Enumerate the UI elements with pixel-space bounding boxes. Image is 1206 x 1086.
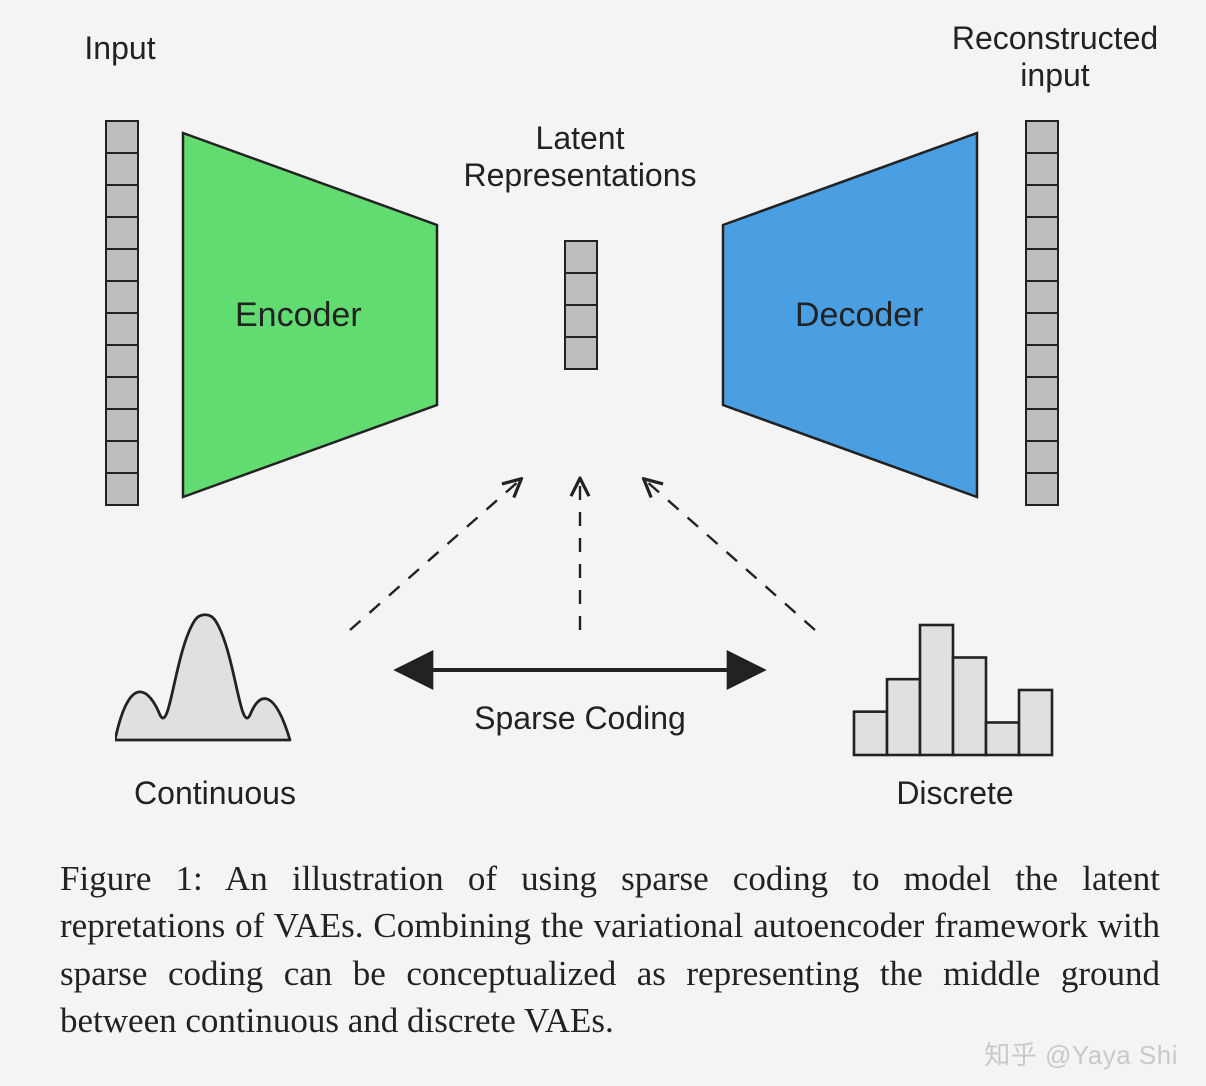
label-sparse-coding: Sparse Coding: [430, 700, 730, 737]
label-discrete: Discrete: [860, 775, 1050, 812]
arrow-continuous-to-latent: [350, 480, 520, 630]
histogram-bar: [986, 723, 1019, 756]
histogram-bar: [887, 679, 920, 755]
watermark: 知乎 @Yaya Shi: [984, 1035, 1178, 1072]
histogram-bar: [854, 712, 887, 755]
discrete-distribution: [850, 610, 1060, 760]
histogram-bar: [1019, 690, 1052, 755]
arrow-discrete-to-latent: [645, 480, 815, 630]
histogram-bar: [920, 625, 953, 755]
continuous-distribution: [115, 610, 315, 760]
figure-caption: Figure 1: An illustration of using spars…: [60, 855, 1160, 1044]
label-continuous: Continuous: [105, 775, 325, 812]
histogram-bar: [953, 658, 986, 756]
vae-diagram: Input Reconstructed input Latent Represe…: [60, 20, 1140, 840]
